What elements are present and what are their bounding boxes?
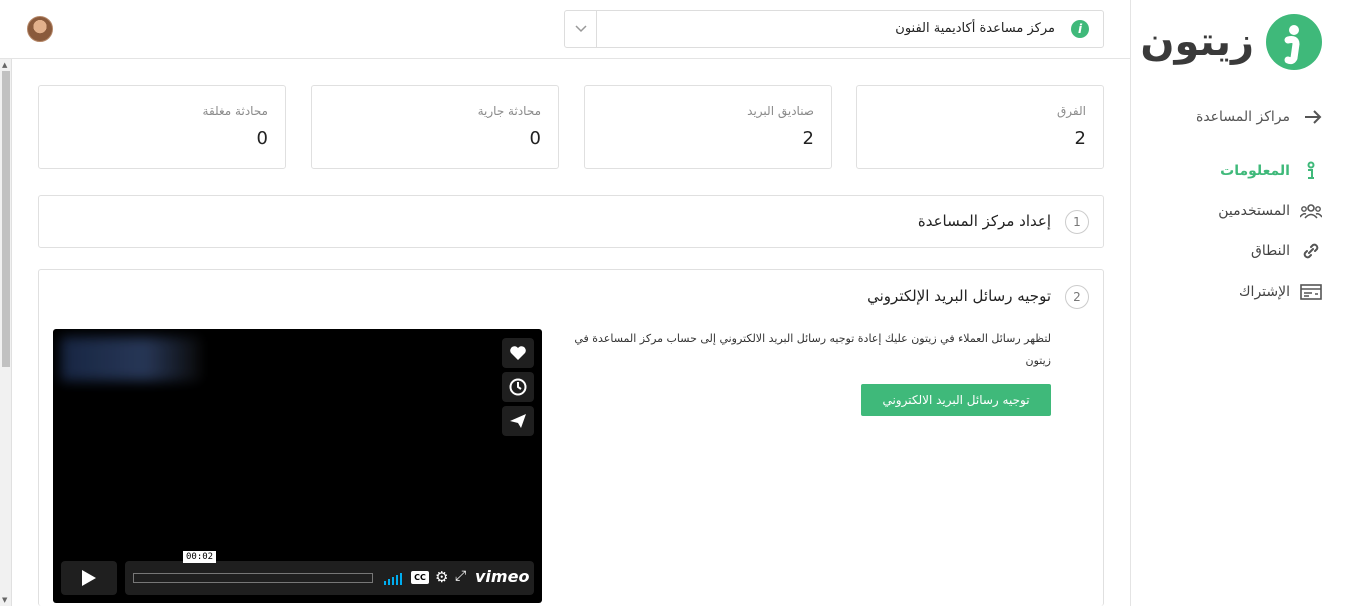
step-number: 1: [1065, 210, 1089, 234]
back-to-help-centers[interactable]: مراكز المساعدة: [1152, 104, 1322, 130]
arrow-right-icon: [1305, 110, 1322, 124]
sidebar-item-subscription[interactable]: الإشتراك: [1152, 279, 1322, 305]
stat-card-mailboxes: صناديق البريد 2: [584, 85, 832, 169]
fullscreen-icon[interactable]: ⤢: [455, 568, 466, 584]
gear-icon[interactable]: ⚙: [435, 568, 448, 586]
sidebar-item-users[interactable]: المستخدمين: [1152, 198, 1322, 224]
help-center-name: مركز مساعدة أكاديمية الفنون: [895, 21, 1055, 36]
step-number: 2: [1065, 285, 1089, 309]
sidebar-item-label: المستخدمين: [1218, 203, 1290, 219]
sidebar: زيتون مراكز المساعدة المعلومات المستخدمي…: [1130, 0, 1350, 606]
forward-emails-button[interactable]: توجيه رسائل البريد الالكتروني: [861, 384, 1051, 416]
logo-badge: [1266, 14, 1322, 70]
stat-title: محادثة جارية: [477, 104, 541, 118]
vimeo-logo[interactable]: vimeo: [475, 567, 529, 586]
play-button[interactable]: [61, 561, 117, 595]
scroll-down-icon[interactable]: ▼: [2, 596, 7, 604]
video-controls: 00:02 CC ⚙ ⤢ vimeo: [61, 551, 534, 595]
control-bar: 00:02 CC ⚙ ⤢ vimeo: [125, 551, 534, 595]
sidebar-item-label: النطاق: [1251, 243, 1290, 259]
sidebar-item-label: المعلومات: [1220, 163, 1290, 179]
top-bar: مركز مساعدة أكاديمية الفنون i: [0, 0, 1130, 59]
video-player[interactable]: 00:02 CC ⚙ ⤢ vimeo: [53, 329, 542, 603]
captions-button[interactable]: CC: [411, 571, 429, 584]
stat-value: 0: [256, 128, 268, 149]
scroll-up-icon[interactable]: ▲: [2, 61, 7, 69]
step-description: لتظهر رسائل العملاء في زيتون عليك إعادة …: [574, 332, 1051, 367]
stat-title: محادثة مغلقة: [202, 104, 268, 118]
users-icon: [1300, 200, 1322, 222]
sidebar-item-domain[interactable]: النطاق: [1152, 238, 1322, 264]
stat-card-open-conversations: محادثة جارية 0: [311, 85, 559, 169]
sidebar-item-label: الإشتراك: [1239, 284, 1290, 300]
back-label: مراكز المساعدة: [1196, 109, 1290, 125]
stat-value: 2: [802, 128, 814, 149]
step-panel-setup[interactable]: 1 إعداد مركز المساعدة: [38, 195, 1104, 248]
progress-track[interactable]: [133, 573, 373, 583]
stat-value: 0: [529, 128, 541, 149]
scrollbar-thumb[interactable]: [2, 71, 10, 367]
app-logo[interactable]: زيتون: [1140, 14, 1322, 70]
video-title-blurred: [61, 337, 201, 381]
stat-card-teams: الفرق 2: [856, 85, 1104, 169]
time-indicator: 00:02: [183, 551, 217, 563]
chevron-down-icon[interactable]: [565, 11, 597, 47]
step-title: إعداد مركز المساعدة: [917, 212, 1051, 230]
link-icon: [1300, 240, 1322, 262]
info-icon: [1300, 160, 1322, 182]
step-title: توجيه رسائل البريد الإلكتروني: [867, 287, 1051, 305]
clock-icon: [509, 378, 527, 396]
help-center-selector[interactable]: مركز مساعدة أكاديمية الفنون i: [564, 10, 1104, 48]
share-button[interactable]: [502, 406, 534, 436]
stat-title: الفرق: [1057, 104, 1086, 118]
info-icon: i: [1071, 20, 1089, 38]
heart-icon: [510, 346, 526, 360]
watch-later-button[interactable]: [502, 372, 534, 402]
play-icon: [82, 570, 96, 586]
like-button[interactable]: [502, 338, 534, 368]
stat-card-closed-conversations: محادثة مغلقة 0: [38, 85, 286, 169]
logo-text: زيتون: [1140, 19, 1254, 65]
stat-value: 2: [1074, 128, 1086, 149]
sidebar-item-info[interactable]: المعلومات: [1152, 158, 1322, 184]
avatar[interactable]: [27, 16, 53, 42]
volume-icon[interactable]: [383, 571, 405, 585]
billing-icon: [1300, 281, 1322, 303]
stat-title: صناديق البريد: [747, 104, 814, 118]
paper-plane-icon: [510, 414, 526, 428]
scrollbar[interactable]: ▲ ▼: [0, 59, 12, 606]
